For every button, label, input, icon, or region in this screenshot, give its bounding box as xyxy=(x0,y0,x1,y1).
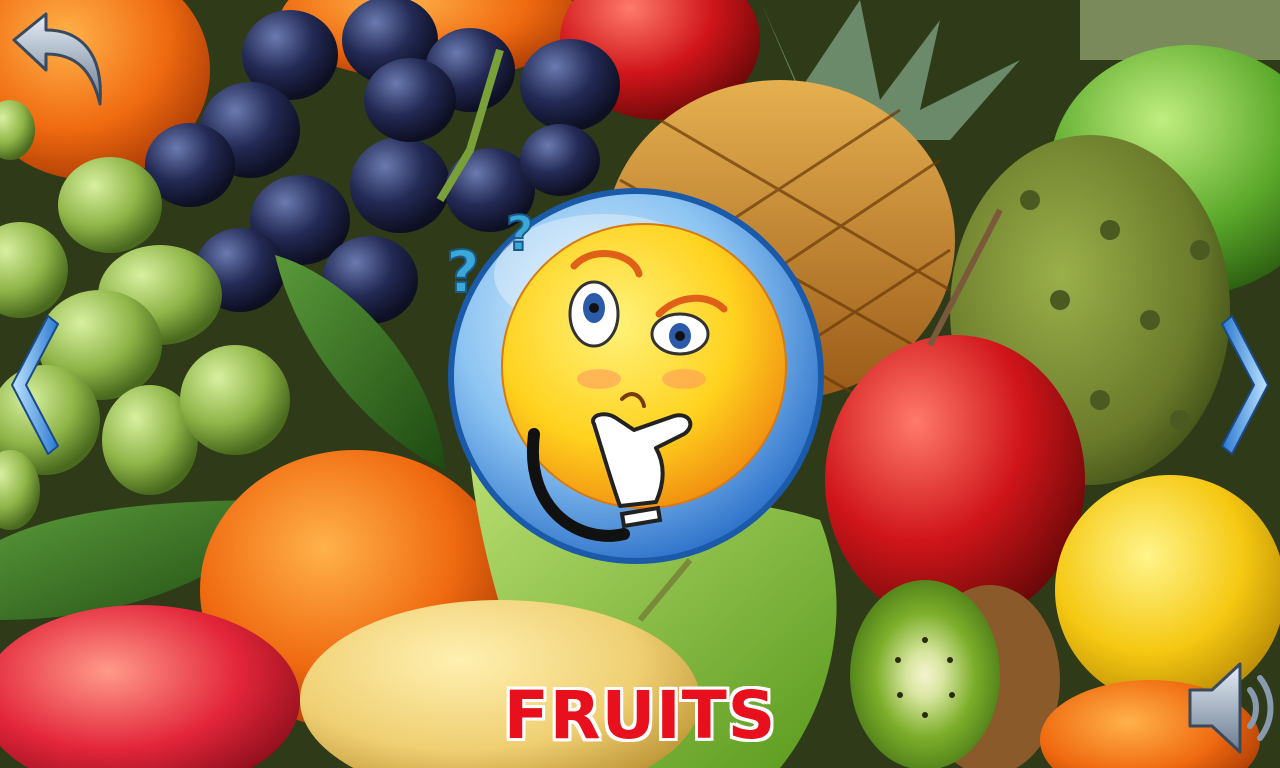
next-button[interactable] xyxy=(1218,310,1280,460)
thinking-emoji-button[interactable]: ? ? xyxy=(444,184,828,568)
sound-button[interactable] xyxy=(1182,656,1278,760)
chevron-left-icon xyxy=(11,315,59,455)
category-title: FRUITS xyxy=(503,677,777,754)
chevron-right-icon xyxy=(1221,315,1269,455)
speaker-icon xyxy=(1188,662,1274,754)
thinking-face-icon: ? ? xyxy=(445,188,824,564)
svg-text:?: ? xyxy=(446,238,480,306)
previous-button[interactable] xyxy=(0,310,62,460)
svg-text:?: ? xyxy=(506,206,534,262)
back-button[interactable] xyxy=(8,8,108,108)
back-arrow-icon xyxy=(12,12,102,106)
